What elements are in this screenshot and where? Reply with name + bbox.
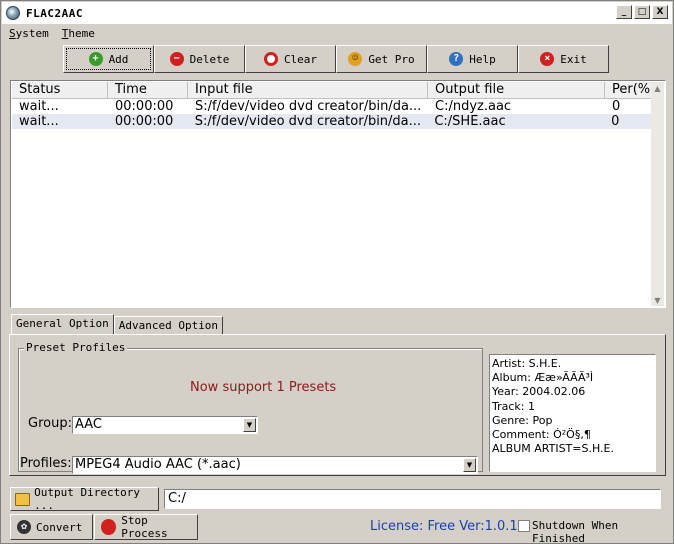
group-label: Group: [28,416,72,431]
tab-general-option[interactable]: General Option [11,314,114,335]
profiles-select[interactable]: MPEG4 Audio AAC (*.aac) ▼ [72,456,478,474]
exit-button[interactable]: × Exit [518,45,609,73]
info-album: Album: Ææ»ÃÃÃ³Ì [492,371,594,385]
group-select[interactable]: AAC ▼ [72,416,258,434]
chevron-down-icon[interactable]: ▼ [243,418,256,432]
get-pro-button[interactable]: ☺ Get Pro [336,45,427,73]
shutdown-label[interactable]: Shutdown When Finished [532,519,673,544]
group-value: AAC [75,417,102,432]
list-scrollbar[interactable]: ▲ ▼ [651,82,664,306]
stop-icon [101,519,117,535]
film-reel-icon: ✿ [17,520,31,534]
preset-profiles-group: Now support 1 Presets Group: AAC ▼ Profi… [18,348,483,474]
delete-icon: − [169,52,184,66]
row-status: wait... [19,114,59,129]
preset-profiles-label: Preset Profiles [24,341,128,354]
scroll-down-icon[interactable]: ▼ [651,294,664,306]
menu-bar: System Theme [2,24,672,42]
row-output: C:/ndyz.aac [435,99,512,114]
menu-system[interactable]: System [9,27,49,40]
add-label: Add [108,52,129,66]
clear-icon [263,52,278,66]
output-directory-label: Output Directory ... [34,486,141,512]
chevron-down-icon[interactable]: ▼ [463,458,476,472]
col-percent[interactable]: Per(% [605,82,653,99]
exit-label: Exit [560,52,587,66]
app-disc-icon [6,6,20,20]
help-icon: ? [449,52,464,66]
maximize-button[interactable]: □ [634,5,650,19]
tab-general-label: General Option [16,317,109,330]
info-comment: Comment: Ó²Ö§,¶ [492,428,591,442]
row-time: 00:00:00 [114,114,174,129]
menu-theme[interactable]: Theme [62,27,95,40]
row-time: 00:00:00 [115,99,174,114]
window-title: FLAC2AAC [26,6,83,20]
info-genre: Genre: Pop [492,413,553,427]
row-percent: 0 [612,99,621,114]
exit-icon: × [540,52,555,66]
row-status: wait... [19,99,59,114]
track-info-box: Artist: S.H.E. Album: Ææ»ÃÃÃ³Ì Year: 200… [489,354,656,472]
tab-advanced-option[interactable]: Advanced Option [113,316,224,335]
close-button[interactable]: X [652,5,668,19]
convert-label: Convert [36,520,83,534]
title-bar: FLAC2AAC _ □ X [2,2,672,24]
col-status[interactable]: Status [12,82,108,99]
license-text: License: Free Ver:1.0.1 [370,519,518,534]
output-path-field[interactable]: C:/ [164,489,661,509]
profiles-value: MPEG4 Audio AAC (*.aac) [75,457,241,472]
toolbar: + Add − Delete Clear ☺ Get Pro ? Help × … [63,45,609,73]
table-row[interactable]: wait... 00:00:00 S:/f/dev/video dvd crea… [12,114,652,129]
row-input: S:/f/dev/video dvd creator/bin/da... [195,99,422,114]
smile-icon: ☺ [348,52,363,66]
row-output: C:/SHE.aac [434,114,506,129]
folder-icon [15,492,31,506]
file-list[interactable]: Status Time Input file Output file Per(%… [10,80,666,308]
option-tabs: General Option Advanced Option [11,314,224,335]
scroll-up-icon[interactable]: ▲ [651,82,664,94]
table-row[interactable]: wait... 00:00:00 S:/f/dev/video dvd crea… [12,99,653,114]
clear-label: Clear [283,52,318,66]
shutdown-checkbox[interactable] [518,520,530,532]
profiles-label: Profiles: [20,456,72,471]
add-button[interactable]: + Add [63,45,154,73]
info-track: Track: 1 [492,399,535,413]
col-time[interactable]: Time [108,82,188,99]
list-header: Status Time Input file Output file Per(% [12,82,653,99]
delete-button[interactable]: − Delete [154,45,245,73]
stop-process-label: Stop Process [121,514,168,540]
output-directory-button[interactable]: Output Directory ... [10,486,159,512]
tab-advanced-label: Advanced Option [118,319,219,332]
support-text: Now support 1 Presets [190,380,337,395]
convert-button[interactable]: ✿ Convert [10,514,93,540]
stop-process-button[interactable]: Stop Process [94,514,198,540]
help-button[interactable]: ? Help [427,45,518,73]
main-window: FLAC2AAC _ □ X System Theme + Add − Dele… [0,0,674,544]
help-label: Help [469,52,496,66]
col-input-file[interactable]: Input file [188,82,428,99]
row-percent: 0 [611,114,620,129]
delete-label: Delete [189,52,230,66]
get-pro-label: Get Pro [368,52,415,66]
row-input: S:/f/dev/video dvd creator/bin/da... [194,114,422,129]
minimize-button[interactable]: _ [616,5,632,19]
info-artist: Artist: S.H.E. [492,357,562,370]
clear-button[interactable]: Clear [245,45,336,73]
info-year: Year: 2004.02.06 [492,385,586,399]
info-album-artist: ALBUM ARTIST=S.H.E. [492,442,614,456]
col-output-file[interactable]: Output file [428,82,605,99]
add-icon: + [88,52,103,66]
